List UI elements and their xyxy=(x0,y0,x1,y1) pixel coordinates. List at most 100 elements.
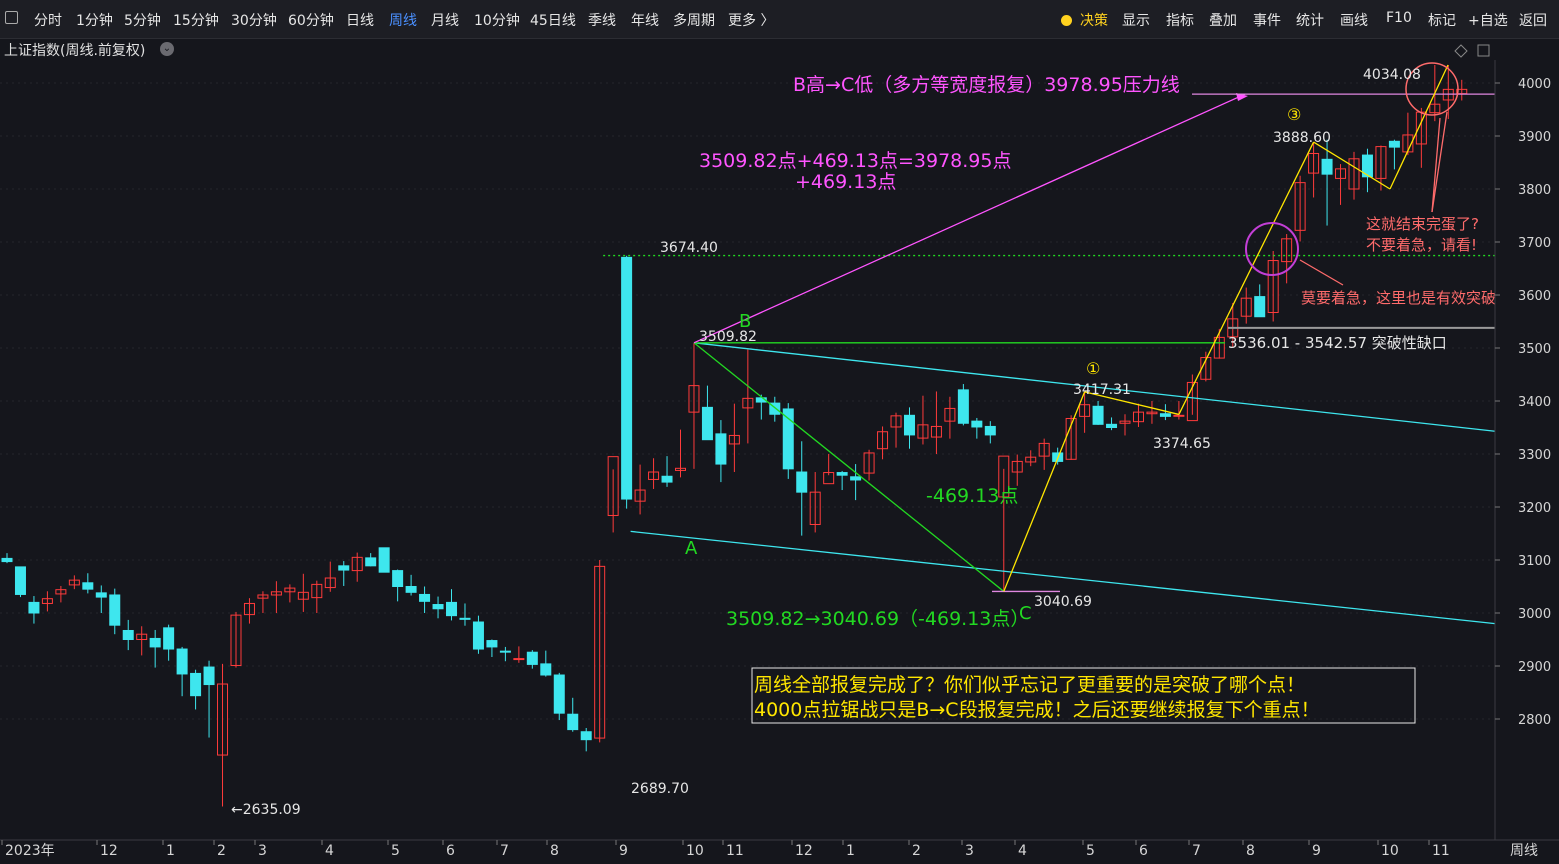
tab-0[interactable]: 分时 xyxy=(34,10,62,30)
candle-body xyxy=(540,663,552,676)
x-tick-label: 5 xyxy=(391,843,400,859)
candle-body xyxy=(513,658,525,661)
bc-range-label: 3509.82→3040.69（-469.13点） xyxy=(726,608,1029,630)
x-tick-label: 4 xyxy=(1018,843,1027,859)
y-tick-label: 3800 xyxy=(1518,183,1551,198)
toolbar-item-4[interactable]: 事件 xyxy=(1253,10,1281,30)
tab-5[interactable]: 60分钟 xyxy=(288,10,334,30)
chart-title: 上证指数(周线.前复权) xyxy=(4,43,146,59)
tab-3[interactable]: 15分钟 xyxy=(173,10,219,30)
x-tick-label: 3 xyxy=(258,843,267,859)
tab-11[interactable]: 季线 xyxy=(588,10,616,30)
message-line2: 4000点拉锯战只是B→C段报复完成！之后还要继续报复下个重点！ xyxy=(754,699,1320,721)
y-tick-label: 3500 xyxy=(1518,342,1551,357)
x-tick-label: 2 xyxy=(217,843,226,859)
candle-body xyxy=(365,557,377,567)
candle-body xyxy=(405,586,417,593)
panel-toggle-icon[interactable] xyxy=(5,11,18,24)
candle-body xyxy=(850,476,862,481)
x-tick-label: 11 xyxy=(1432,843,1450,859)
low2-value-label: 2689.70 xyxy=(631,781,689,797)
c-value-label: 3040.69 xyxy=(1034,594,1092,610)
candle-body xyxy=(472,621,484,650)
candle-body xyxy=(621,256,633,500)
period-label: 周线 xyxy=(1510,843,1538,859)
tab-12[interactable]: 年线 xyxy=(631,10,659,30)
top-value: 4034.08 xyxy=(1363,67,1421,83)
candle-body xyxy=(1,557,13,563)
candle-body xyxy=(701,406,713,441)
candle-body xyxy=(338,565,350,571)
candle-body xyxy=(95,592,107,598)
toolbar-item-7[interactable]: F10 xyxy=(1386,10,1412,26)
candle-body xyxy=(122,629,134,640)
tab-13[interactable]: 多周期 xyxy=(673,10,715,30)
chevron-down-icon[interactable]: ⌄ xyxy=(160,42,174,56)
wave3-label: ③ xyxy=(1287,105,1301,124)
candle-body xyxy=(796,471,808,493)
note-mid: 莫要着急，这里也是有效突破 xyxy=(1301,289,1496,307)
tab-1[interactable]: 1分钟 xyxy=(76,10,113,30)
high-value-label: 3674.40 xyxy=(660,240,718,256)
candle-body xyxy=(499,650,511,653)
x-tick-label: 3 xyxy=(965,843,974,859)
toolbar-item-3[interactable]: 叠加 xyxy=(1209,10,1237,30)
x-tick-label: 1 xyxy=(166,843,175,859)
candle-body xyxy=(957,389,969,424)
toolbar-item-9[interactable]: +自选 xyxy=(1468,10,1508,30)
tab-7[interactable]: 周线 xyxy=(389,10,417,30)
x-tick-label: 5 xyxy=(1086,843,1095,859)
toolbar-item-10[interactable]: 返回 xyxy=(1519,10,1547,30)
x-tick-label: 1 xyxy=(846,843,855,859)
calc-line1: 3509.82点+469.13点=3978.95点 xyxy=(699,150,1011,172)
x-tick-label: 6 xyxy=(1139,843,1148,859)
x-tick-label: 2023年 xyxy=(5,843,55,859)
message-line1: 周线全部报复完成了？你们似乎忘记了更重要的是突破了哪个点！ xyxy=(754,674,1305,696)
x-tick-label: 9 xyxy=(1312,843,1321,859)
candle-body xyxy=(14,566,26,595)
candle-body xyxy=(446,601,458,617)
x-tick-label: 6 xyxy=(446,843,455,859)
calc-line2: +469.13点 xyxy=(795,171,896,193)
x-tick-label: 12 xyxy=(795,843,813,859)
candle-body xyxy=(203,666,215,686)
toolbar-item-1[interactable]: 显示 xyxy=(1122,10,1150,30)
y-tick-label: 3100 xyxy=(1518,554,1551,569)
y-tick-label: 3900 xyxy=(1518,130,1551,145)
y-tick-label: 2800 xyxy=(1518,713,1551,728)
x-tick-label: 8 xyxy=(550,843,559,859)
note-top-line1: 这就结束完蛋了? xyxy=(1366,215,1479,233)
y-tick-label: 3200 xyxy=(1518,501,1551,516)
tab-6[interactable]: 日线 xyxy=(346,10,374,30)
y-tick-label: 3700 xyxy=(1518,236,1551,251)
x-tick-label: 2 xyxy=(912,843,921,859)
candle-body xyxy=(392,570,404,587)
resistance-title: B高→C低（多方等宽度报复）3978.95压力线 xyxy=(793,74,1180,96)
candlestick-chart[interactable]: B高→C低（多方等宽度报复）3978.95压力线 3509.82点+469.13点… xyxy=(0,0,1559,864)
candle-body xyxy=(149,637,161,648)
candle-body xyxy=(419,593,431,602)
candle-body xyxy=(378,547,390,573)
x-tick-label: 8 xyxy=(1246,843,1255,859)
tab-2[interactable]: 5分钟 xyxy=(124,10,161,30)
toolbar-item-6[interactable]: 画线 xyxy=(1340,10,1368,30)
tab-9[interactable]: 10分钟 xyxy=(474,10,520,30)
toolbar-item-2[interactable]: 指标 xyxy=(1166,10,1194,30)
y-tick-label: 4000 xyxy=(1518,77,1551,92)
candle-body xyxy=(1173,414,1185,417)
candle-body xyxy=(1092,405,1104,425)
candle-body xyxy=(1106,423,1118,429)
candle-body xyxy=(176,648,188,675)
candle-body xyxy=(580,731,592,741)
tab-14[interactable]: 更多 〉 xyxy=(728,10,774,30)
x-tick-label: 12 xyxy=(100,843,118,859)
a-point-label: A xyxy=(685,538,698,559)
candle-body xyxy=(715,433,727,465)
tab-4[interactable]: 30分钟 xyxy=(231,10,277,30)
toolbar-item-8[interactable]: 标记 xyxy=(1428,10,1456,30)
tab-8[interactable]: 月线 xyxy=(431,10,459,30)
toolbar-item-0[interactable]: 决策 xyxy=(1080,10,1108,30)
tab-10[interactable]: 45日线 xyxy=(530,10,576,30)
candle-body xyxy=(1321,158,1333,175)
toolbar-item-5[interactable]: 统计 xyxy=(1296,10,1324,30)
